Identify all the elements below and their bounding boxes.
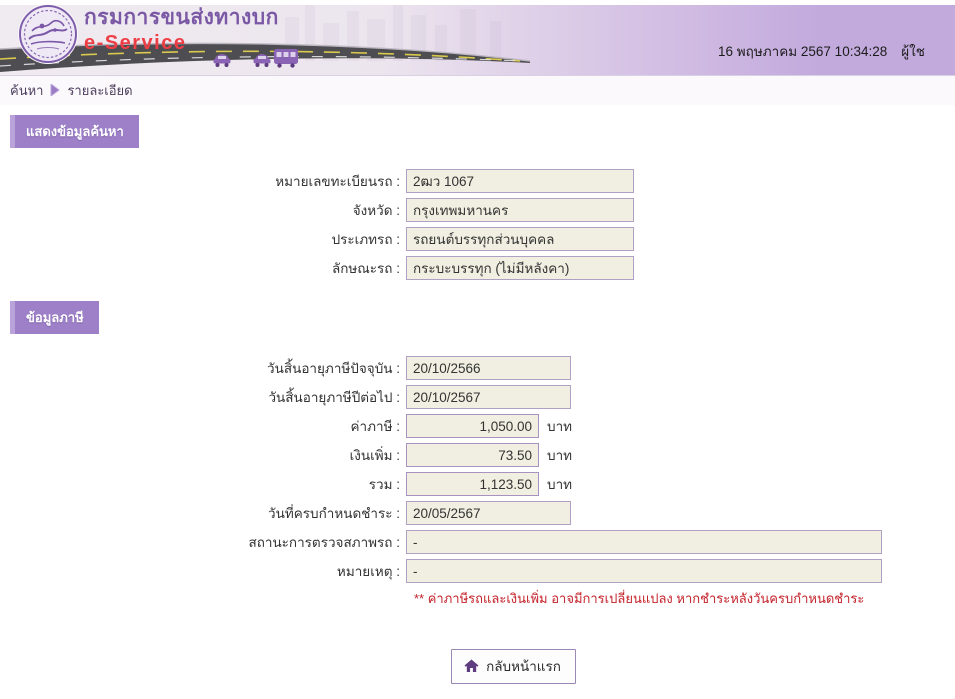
form-row: เงินเพิ่ม : บาท bbox=[0, 443, 955, 467]
vehicle-body-style-label: ลักษณะรถ : bbox=[331, 261, 400, 276]
breadcrumb-search[interactable]: ค้นหา bbox=[10, 80, 43, 101]
header-meta: 16 พฤษภาคม 2567 10:34:28 ผู้ใช bbox=[718, 40, 925, 62]
current-tax-expiry-label: วันสิ้นอายุภาษีปัจจุบัน : bbox=[267, 361, 400, 376]
form-row: วันสิ้นอายุภาษีปัจจุบัน : bbox=[0, 356, 955, 380]
total-amount-field[interactable] bbox=[406, 472, 539, 496]
remarks-label: หมายเหตุ : bbox=[336, 564, 400, 579]
service-name: e-Service bbox=[84, 32, 187, 55]
agency-name: กรมการขนส่งทางบก bbox=[84, 6, 279, 29]
current-tax-expiry-field[interactable] bbox=[406, 356, 571, 380]
tax-info-section: ข้อมูลภาษี วันสิ้นอายุภาษีปัจจุบัน : วัน… bbox=[0, 285, 955, 609]
form-row: ค่าภาษี : บาท bbox=[0, 414, 955, 438]
next-tax-expiry-label: วันสิ้นอายุภาษีปีต่อไป : bbox=[268, 390, 400, 405]
tax-amount-label: ค่าภาษี : bbox=[350, 419, 401, 434]
province-field[interactable] bbox=[406, 198, 634, 222]
payment-due-date-label: วันที่ครบกำหนดชำระ : bbox=[268, 506, 400, 521]
form-row: วันสิ้นอายุภาษีปีต่อไป : bbox=[0, 385, 955, 409]
next-tax-expiry-field[interactable] bbox=[406, 385, 571, 409]
inspection-status-field[interactable] bbox=[406, 530, 882, 554]
form-row: รวม : บาท bbox=[0, 472, 955, 496]
province-label: จังหวัด : bbox=[352, 203, 400, 218]
section-title-search: แสดงข้อมูลค้นหา bbox=[10, 115, 139, 148]
currency-unit: บาท bbox=[547, 477, 573, 492]
section-title-tax: ข้อมูลภาษี bbox=[10, 301, 99, 334]
surcharge-amount-label: เงินเพิ่ม : bbox=[349, 448, 400, 463]
dlt-seal-logo bbox=[17, 3, 79, 68]
total-amount-label: รวม : bbox=[368, 477, 400, 492]
registration-number-field[interactable] bbox=[406, 169, 634, 193]
remarks-field[interactable] bbox=[406, 559, 882, 583]
breadcrumb: ค้นหา รายละเอียด bbox=[0, 76, 955, 105]
tax-change-warning: ** ค่าภาษีรถและเงินเพิ่ม อาจมีการเปลี่ยน… bbox=[414, 591, 865, 606]
car-icon bbox=[213, 54, 231, 67]
form-row: ลักษณะรถ : bbox=[0, 256, 955, 280]
page-header: กรมการขนส่งทางบก e-Service 16 พฤษภาคม 25… bbox=[0, 0, 955, 76]
vehicle-type-label: ประเภทรถ : bbox=[331, 232, 400, 247]
registration-number-label: หมายเลขทะเบียนรถ : bbox=[275, 174, 400, 189]
user-label: ผู้ใช bbox=[901, 44, 925, 59]
vehicle-type-field[interactable] bbox=[406, 227, 634, 251]
currency-unit: บาท bbox=[547, 448, 573, 463]
form-row: สถานะการตรวจสภาพรถ : bbox=[0, 530, 955, 554]
breadcrumb-detail: รายละเอียด bbox=[67, 83, 133, 98]
form-row: ประเภทรถ : bbox=[0, 227, 955, 251]
vehicle-body-style-field[interactable] bbox=[406, 256, 634, 280]
car-icon bbox=[253, 54, 271, 67]
currency-unit: บาท bbox=[547, 419, 573, 434]
form-row: จังหวัด : bbox=[0, 198, 955, 222]
datetime-text: 16 พฤษภาคม 2567 10:34:28 bbox=[718, 44, 888, 59]
inspection-status-label: สถานะการตรวจสภาพรถ : bbox=[248, 535, 400, 550]
home-icon bbox=[464, 659, 479, 673]
payment-due-date-field[interactable] bbox=[406, 501, 571, 525]
breadcrumb-arrow-icon bbox=[50, 82, 61, 99]
footer-actions: กลับหน้าแรก bbox=[0, 649, 955, 684]
search-result-section: แสดงข้อมูลค้นหา หมายเลขทะเบียนรถ : จังหว… bbox=[0, 105, 955, 280]
back-home-button[interactable]: กลับหน้าแรก bbox=[451, 649, 576, 684]
form-row: หมายเลขทะเบียนรถ : bbox=[0, 169, 955, 193]
form-row: วันที่ครบกำหนดชำระ : bbox=[0, 501, 955, 525]
form-row: หมายเหตุ : bbox=[0, 559, 955, 583]
tax-amount-field[interactable] bbox=[406, 414, 539, 438]
surcharge-amount-field[interactable] bbox=[406, 443, 539, 467]
brand-block: กรมการขนส่งทางบก e-Service bbox=[84, 6, 279, 54]
back-home-label: กลับหน้าแรก bbox=[486, 659, 561, 674]
